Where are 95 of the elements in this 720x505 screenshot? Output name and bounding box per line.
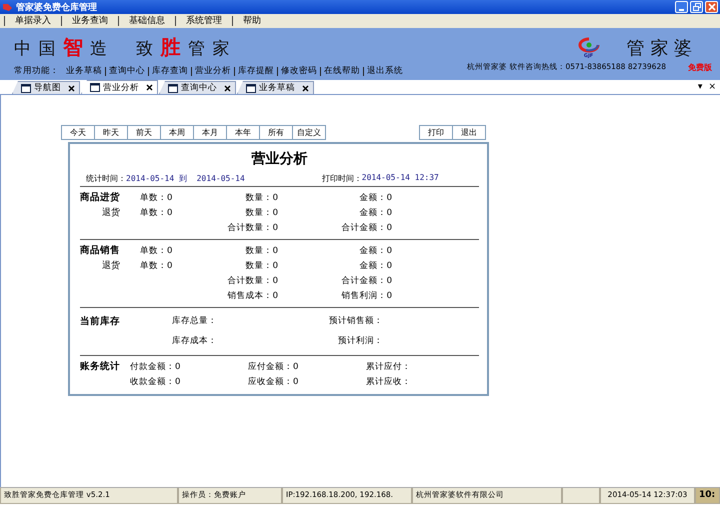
stat-text: 合计数量：0 (228, 276, 278, 286)
section-title: 商品销售 (80, 244, 120, 257)
quick-link[interactable]: 库存查询 (148, 66, 191, 76)
stat-text: 数量：0 (246, 260, 278, 270)
stat-text: 数量：0 (246, 246, 278, 256)
stat-text: 数量：0 (246, 192, 278, 202)
stat-text: 销售成本：0 (228, 290, 278, 300)
restore-icon (692, 3, 700, 11)
close-button[interactable] (705, 1, 718, 13)
quick-link[interactable]: 在线帮助 (320, 66, 363, 76)
close-icon[interactable] (302, 84, 309, 92)
window-icon (21, 84, 31, 92)
stat-text: 销售利润：0 (342, 290, 392, 300)
menu-item[interactable]: 帮助 (232, 16, 271, 26)
time-value: 2014-05-14 12:37 (362, 173, 439, 184)
section-title: 账务统计 (80, 360, 120, 373)
stat-text: 累计应收： (366, 376, 411, 386)
tab[interactable]: 导航图 (12, 81, 80, 94)
slogan-text: 中 国 智 造 (14, 34, 108, 60)
menu-item[interactable]: 单据录入 (4, 16, 61, 26)
window-icon (246, 84, 256, 92)
tab[interactable]: 营业分析 (81, 80, 158, 94)
report-title: 营业分析 (250, 150, 308, 169)
tab-label: 营业分析 (103, 82, 139, 94)
section-title: 当前库存 (80, 314, 120, 328)
tab-control[interactable]: × (708, 82, 716, 92)
stat-text: 金额：0 (360, 192, 392, 202)
stat-text: 付款金额：0 (130, 362, 180, 372)
menu-item[interactable]: 基础信息 (118, 16, 175, 26)
stat-text: 收款金额：0 (130, 376, 180, 386)
app-icon (2, 2, 13, 12)
period-button[interactable]: 前天 (127, 125, 161, 140)
window-icon (168, 84, 178, 92)
tab-label: 业务草稿 (259, 82, 295, 94)
quick-link[interactable]: 退出系统 (363, 66, 406, 76)
quick-link[interactable]: 修改密码 (277, 66, 320, 76)
menu-item[interactable]: 业务查询 (61, 16, 118, 26)
quick-link[interactable]: 业务草稿 (63, 66, 105, 76)
brand-name: 管 家 婆 (626, 37, 692, 60)
stat-text: 库存成本： (172, 336, 217, 346)
quick-label: 常用功能： (14, 65, 59, 77)
close-icon[interactable] (146, 84, 153, 91)
status-panel (562, 488, 600, 504)
stat-text: 单数：0 (140, 208, 172, 218)
time-value: 2014-05-14 到 2014-05-14 (126, 173, 245, 185)
quick-link[interactable]: 查询中心 (105, 66, 148, 76)
quick-link[interactable]: 库存提醒 (234, 66, 277, 76)
stat-text: 库存总量： (172, 316, 217, 326)
stat-text: 单数：0 (140, 246, 172, 256)
time-label: 统计时间： (86, 173, 126, 185)
quick-link[interactable]: 营业分析 (191, 66, 234, 76)
stat-text: 单数：0 (140, 260, 172, 270)
menu-item[interactable]: 系统管理 (175, 16, 232, 26)
time-label: 打印时间： (322, 173, 362, 185)
period-button[interactable]: 所有 (259, 125, 293, 140)
period-button[interactable]: 昨天 (94, 125, 128, 140)
stat-text: 合计金额：0 (342, 276, 392, 286)
window-title: 管家婆免费仓库管理 (16, 1, 97, 14)
period-button[interactable]: 本年 (226, 125, 260, 140)
stat-text: 金额：0 (360, 260, 392, 270)
stat-text: 单数：0 (140, 192, 172, 202)
stat-text: 预计销售额： (329, 316, 383, 326)
tab[interactable]: 业务草稿 (237, 81, 314, 94)
tab[interactable]: 查询中心 (159, 81, 236, 94)
close-icon (708, 3, 716, 11)
minimize-button[interactable] (675, 1, 688, 13)
stat-text: 应收金额：0 (248, 376, 298, 386)
period-button[interactable]: 本月 (193, 125, 227, 140)
restore-button[interactable] (690, 1, 703, 13)
row-label: 退货 (102, 206, 120, 219)
period-button[interactable]: 本周 (160, 125, 194, 140)
period-button[interactable]: 今天 (61, 125, 95, 140)
stat-text: 数量：0 (246, 208, 278, 218)
slogan-text: 致 胜 管 家 (136, 34, 230, 60)
close-icon[interactable] (68, 84, 75, 92)
stat-text: 合计数量：0 (228, 222, 278, 232)
edition-label: 免费版 (688, 62, 712, 73)
tab-control[interactable]: ▾ (698, 82, 702, 92)
section-title: 商品进货 (80, 191, 120, 204)
stat-text: 累计应付： (366, 362, 411, 372)
logo-icon (576, 37, 601, 53)
period-button[interactable]: 自定义 (292, 125, 326, 140)
row-label: 退货 (102, 260, 120, 272)
stat-text: 应付金额：0 (248, 362, 298, 372)
tab-label: 查询中心 (181, 82, 217, 94)
stat-text: 预计利润： (338, 336, 383, 346)
action-button[interactable]: 退出 (452, 125, 486, 140)
close-icon[interactable] (224, 84, 231, 92)
window-icon (90, 83, 100, 92)
stat-text: 金额：0 (360, 208, 392, 218)
tab-label: 导航图 (34, 82, 61, 94)
status-text: 10: (695, 488, 720, 504)
stat-text: 金额：0 (360, 246, 392, 256)
action-button[interactable]: 打印 (419, 125, 453, 140)
stat-text: 合计金额：0 (342, 222, 392, 232)
